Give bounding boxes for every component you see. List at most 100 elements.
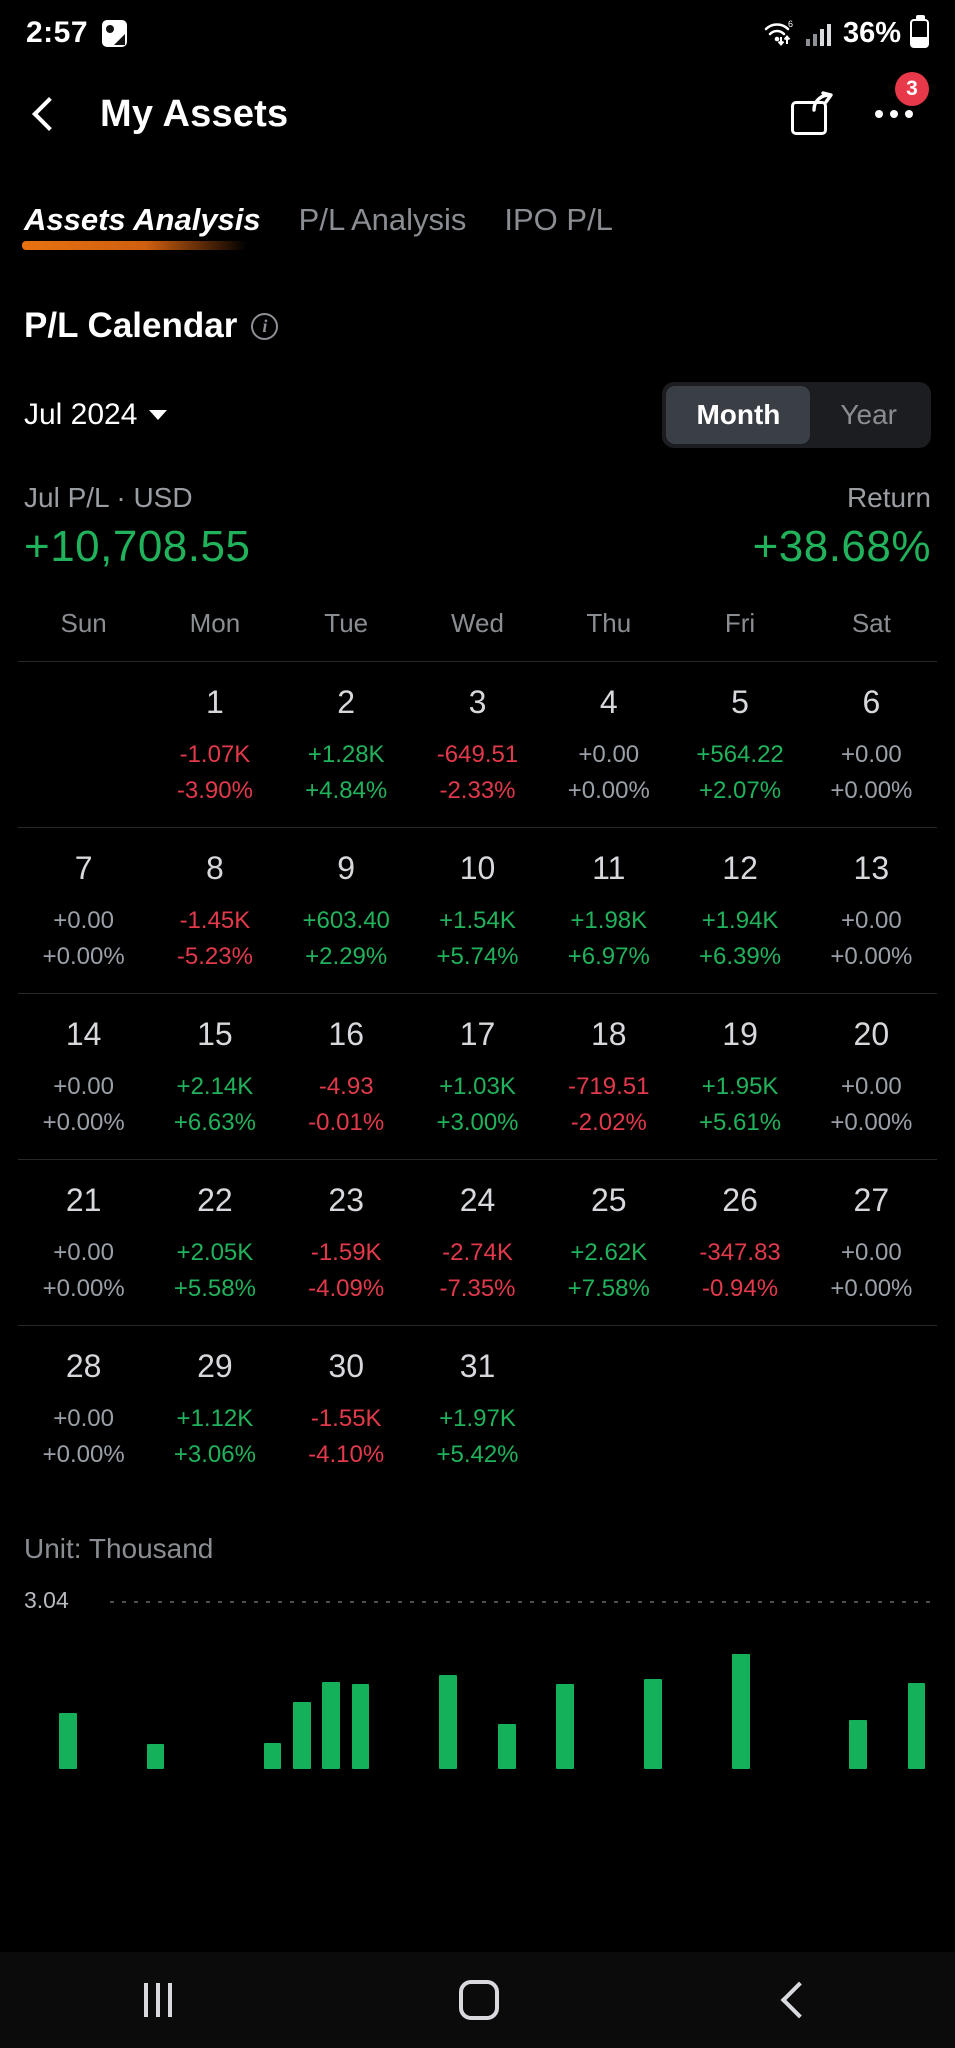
calendar-day-cell[interactable]: +564.22 +2.07% xyxy=(674,737,805,809)
calendar-day-cell[interactable]: +0.00 +0.00% xyxy=(18,903,149,975)
info-icon[interactable]: i xyxy=(251,312,279,340)
calendar-day-number[interactable]: 25 xyxy=(543,1182,674,1235)
calendar-day-values: +0.00 +0.00% +2.14K +6.63% -4.93 -0.01% +1.03K… xyxy=(18,1069,937,1141)
calendar-day-cell[interactable]: +0.00 +0.00% xyxy=(806,737,937,809)
tab-ipo-pl[interactable]: IPO P/L xyxy=(504,202,613,250)
calendar-weekday-header: Sun Mon Tue Wed Thu Fri Sat xyxy=(18,608,937,661)
calendar-day-cell[interactable]: +0.00 +0.00% xyxy=(543,737,674,809)
calendar-day-number[interactable]: 28 xyxy=(18,1348,149,1401)
calendar-day-cell[interactable]: +0.00 +0.00% xyxy=(806,1069,937,1141)
calendar-week-row: 28 29 30 31 +0.00 +0.00% +1.12K +3.06% -1.55K -4… xyxy=(18,1325,937,1491)
calendar-day-number[interactable]: 16 xyxy=(281,1016,412,1069)
calendar-day-number[interactable]: 14 xyxy=(18,1016,149,1069)
calendar-day-number[interactable]: 17 xyxy=(412,1016,543,1069)
calendar-day-cell[interactable]: +1.98K +6.97% xyxy=(543,903,674,975)
month-selector[interactable]: Jul 2024 xyxy=(24,398,168,432)
calendar-day-number[interactable]: 23 xyxy=(281,1182,412,1235)
calendar-day-number[interactable]: 24 xyxy=(412,1182,543,1235)
calendar-day-number[interactable]: 12 xyxy=(674,850,805,903)
cellular-signal-icon xyxy=(805,24,831,46)
calendar-day-number[interactable]: 8 xyxy=(149,850,280,903)
chart-bar xyxy=(146,1744,165,1769)
home-icon[interactable] xyxy=(458,1980,499,2020)
calendar-day-cell[interactable]: +1.54K +5.74% xyxy=(412,903,543,975)
calendar-day-cell[interactable]: +2.05K +5.58% xyxy=(149,1235,280,1307)
calendar-day-number[interactable]: 3 xyxy=(412,684,543,737)
calendar-day-amount: +0.00 xyxy=(840,1239,902,1266)
calendar-day-amount: +1.54K xyxy=(439,907,516,934)
calendar-day-cell[interactable]: -2.74K -7.35% xyxy=(412,1235,543,1307)
calendar-day-amount: +0.00 xyxy=(578,741,640,768)
calendar-day-number[interactable]: 9 xyxy=(281,850,412,903)
segment-month[interactable]: Month xyxy=(666,386,811,444)
calendar-day-number[interactable]: 29 xyxy=(149,1348,280,1401)
calendar-day-cell[interactable]: +2.62K +7.58% xyxy=(543,1235,674,1307)
segment-year[interactable]: Year xyxy=(810,386,927,444)
calendar-day-number[interactable]: 2 xyxy=(281,684,412,737)
calendar-day-number[interactable]: 18 xyxy=(543,1016,674,1069)
calendar-day-percent: -7.35% xyxy=(439,1275,516,1302)
recent-apps-icon[interactable] xyxy=(143,1983,172,2017)
back-chevron-icon[interactable] xyxy=(24,92,68,136)
tab-pl-analysis[interactable]: P/L Analysis xyxy=(299,202,467,250)
chart-bar xyxy=(59,1712,77,1769)
page-title: My Assets xyxy=(100,92,289,135)
calendar-day-number[interactable]: 31 xyxy=(412,1348,543,1401)
calendar-day-cell[interactable]: -649.51 -2.33% xyxy=(412,737,543,809)
calendar-day-number[interactable]: 13 xyxy=(806,850,937,903)
calendar-day-number[interactable]: 30 xyxy=(281,1348,412,1401)
svg-text:6: 6 xyxy=(788,19,793,29)
calendar-day-number[interactable]: 26 xyxy=(674,1182,805,1235)
calendar-day-cell[interactable]: +0.00 +0.00% xyxy=(806,903,937,975)
back-icon[interactable] xyxy=(780,1981,817,2019)
calendar-day-cell[interactable]: -347.83 -0.94% xyxy=(674,1235,805,1307)
chart-bar xyxy=(351,1684,370,1769)
calendar-day-number[interactable]: 7 xyxy=(18,850,149,903)
calendar-day-cell[interactable]: +1.03K +3.00% xyxy=(412,1069,543,1141)
chart-bar-slot xyxy=(638,1619,667,1769)
calendar-day-amount: +2.05K xyxy=(176,1239,254,1266)
calendar-day-cell[interactable]: -4.93 -0.01% xyxy=(281,1069,412,1141)
calendar-day-cell[interactable]: +1.94K +6.39% xyxy=(674,903,805,975)
calendar-day-number[interactable]: 6 xyxy=(806,684,937,737)
calendar-day-number[interactable]: 20 xyxy=(806,1016,937,1069)
calendar-day-number[interactable]: 4 xyxy=(543,684,674,737)
chart-bar-slot xyxy=(755,1619,784,1769)
calendar-day-cell[interactable]: +0.00 +0.00% xyxy=(18,1401,149,1473)
share-icon[interactable] xyxy=(791,91,833,135)
calendar-day-cell[interactable]: +2.14K +6.63% xyxy=(149,1069,280,1141)
calendar-day-cell[interactable]: -1.07K -3.90% xyxy=(149,737,280,809)
calendar-day-cell[interactable]: +0.00 +0.00% xyxy=(806,1235,937,1307)
calendar-day-cell[interactable]: +0.00 +0.00% xyxy=(18,1235,149,1307)
calendar-day-cell[interactable]: -1.55K -4.10% xyxy=(281,1401,412,1473)
calendar-day-cell[interactable]: -1.45K -5.23% xyxy=(149,903,280,975)
calendar-day-cell[interactable]: +1.95K +5.61% xyxy=(674,1069,805,1141)
calendar-day-number[interactable]: 10 xyxy=(412,850,543,903)
chart-bar-slot xyxy=(287,1619,316,1769)
calendar-day-cell[interactable]: +1.12K +3.06% xyxy=(149,1401,280,1473)
calendar-day-number[interactable]: 1 xyxy=(149,684,280,737)
status-bar-right: 6 36% xyxy=(763,14,929,50)
more-options-button[interactable]: 3 xyxy=(875,72,929,134)
calendar-day-cell[interactable]: +603.40 +2.29% xyxy=(281,903,412,975)
tab-assets-analysis[interactable]: Assets Analysis xyxy=(22,202,261,250)
chart-bar xyxy=(732,1654,750,1769)
calendar-day-percent: -4.09% xyxy=(308,1275,385,1302)
chart-bar xyxy=(497,1723,516,1769)
calendar-day-cell[interactable]: +1.28K +4.84% xyxy=(281,737,412,809)
calendar-day-number[interactable]: 27 xyxy=(806,1182,937,1235)
chart-bar xyxy=(293,1701,311,1769)
calendar-day-number[interactable]: 11 xyxy=(543,850,674,903)
calendar-day-cell[interactable]: +0.00 +0.00% xyxy=(18,1069,149,1141)
calendar-day-number[interactable]: 15 xyxy=(149,1016,280,1069)
calendar-day-number[interactable]: 19 xyxy=(674,1016,805,1069)
calendar-day-cell[interactable]: -1.59K -4.09% xyxy=(281,1235,412,1307)
calendar-day-cell[interactable]: +1.97K +5.42% xyxy=(412,1401,543,1473)
calendar-day-number[interactable]: 5 xyxy=(674,684,805,737)
calendar-day-number[interactable]: 22 xyxy=(149,1182,280,1235)
calendar-day-number[interactable]: 21 xyxy=(18,1182,149,1235)
pl-calendar: Sun Mon Tue Wed Thu Fri Sat 123456 -1.07… xyxy=(0,572,955,1491)
calendar-day-amount: +0.00 xyxy=(53,1073,114,1100)
calendar-day-cell[interactable]: -719.51 -2.02% xyxy=(543,1069,674,1141)
battery-icon xyxy=(910,14,929,48)
